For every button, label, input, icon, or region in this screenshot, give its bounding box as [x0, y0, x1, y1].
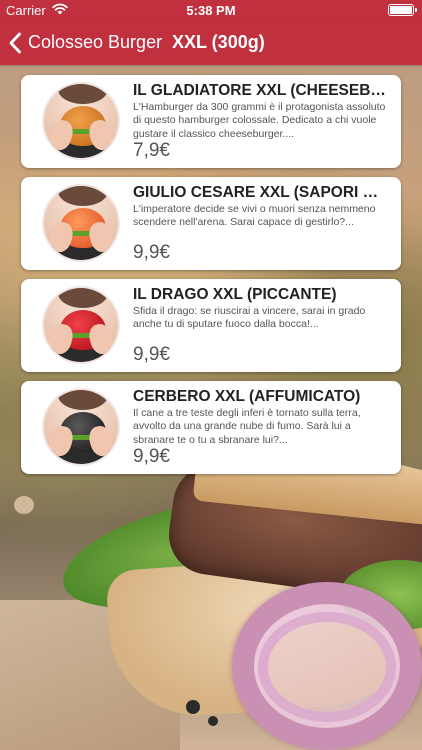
product-description: L'Hamburger da 300 grammi è il protagoni… [133, 101, 386, 140]
burger-black-photo [42, 388, 120, 466]
back-button[interactable]: Colosseo Burger [8, 20, 162, 65]
burger-red-photo [42, 286, 120, 364]
burger-orange-photo [42, 184, 120, 262]
status-time: 5:38 PM [186, 3, 236, 18]
product-price: 7,9€ [133, 140, 170, 161]
back-button-label: Colosseo Burger [28, 32, 163, 52]
product-card[interactable]: CERBERO XXL (AFFUMICATO) Il cane a tre t… [21, 381, 401, 474]
product-price: 9,9€ [133, 344, 170, 365]
product-price: 9,9€ [133, 446, 170, 467]
product-title: IL GLADIATORE XXL (CHEESEBUR... [133, 82, 388, 99]
chevron-left-icon [9, 32, 21, 53]
product-list: IL GLADIATORE XXL (CHEESEBUR... L'Hambur… [21, 75, 401, 483]
product-card[interactable]: GIULIO CESARE XXL (SAPORI DI... L'impera… [21, 177, 401, 270]
product-description: Il cane a tre teste degli inferi è torna… [133, 407, 361, 446]
product-title: IL DRAGO XXL (PICCANTE) [133, 286, 337, 303]
product-title: GIULIO CESARE XXL (SAPORI DI... [133, 184, 388, 201]
product-card[interactable]: IL DRAGO XXL (PICCANTE) Sfida il drago: … [21, 279, 401, 372]
product-description: Sfida il drago: se riuscirai a vincere, … [133, 305, 366, 331]
page-title: XXL (300g) [172, 32, 265, 52]
product-price: 9,9€ [133, 242, 170, 263]
product-card[interactable]: IL GLADIATORE XXL (CHEESEBUR... L'Hambur… [21, 75, 401, 168]
status-bar: Carrier 5:38 PM [0, 0, 422, 20]
product-description: L'imperatore decide se vivi o muori senz… [133, 203, 376, 229]
burger-classic-photo [42, 82, 120, 160]
battery-full-icon [388, 4, 417, 16]
product-title: CERBERO XXL (AFFUMICATO) [133, 388, 361, 405]
navigation-bar: Colosseo Burger XXL (300g) [0, 20, 422, 65]
